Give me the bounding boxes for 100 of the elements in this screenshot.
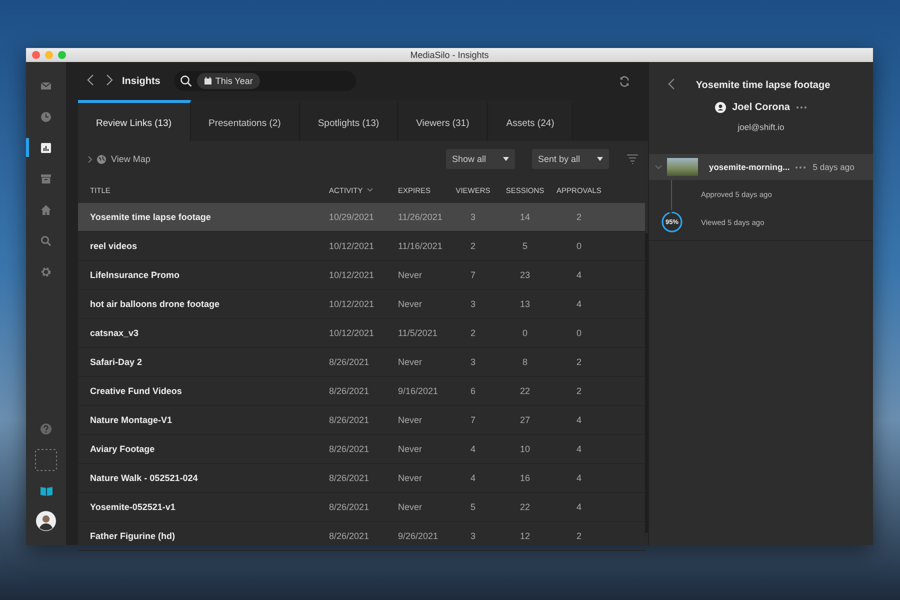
avatar[interactable]	[36, 511, 56, 531]
table-cell: 16	[520, 473, 530, 483]
table-row[interactable]: Father Figurine (hd) 8/26/2021 9/26/2021 3 12 2	[78, 522, 645, 551]
asset-time: 5 days ago	[812, 162, 854, 172]
title-cell: Creative Fund Videos	[90, 386, 182, 396]
table-cell: 4	[576, 270, 582, 280]
calendar-icon	[204, 77, 212, 85]
refresh-icon[interactable]	[619, 76, 630, 86]
dashed-square-icon[interactable]	[35, 449, 57, 471]
chevron-left-icon	[668, 78, 676, 90]
table-cell: 3	[470, 531, 476, 541]
table-cell: 22	[520, 386, 530, 396]
table-row[interactable]: Nature Montage-V1 8/26/2021 Never 7 27 4	[78, 406, 645, 435]
table-cell: 4	[470, 444, 476, 454]
table-cell: 4	[576, 299, 582, 309]
table-cell: 10/12/2021	[329, 328, 374, 338]
table-cell: Never	[398, 299, 422, 309]
table-row[interactable]: Yosemite time lapse footage 10/29/2021 11/26/2021 3 14 2	[78, 203, 645, 232]
table-cell: 22	[520, 502, 530, 512]
search-icon	[40, 234, 52, 246]
back-button[interactable]	[86, 74, 96, 88]
table-cell: 2	[470, 241, 476, 251]
table-row[interactable]: Aviary Footage 8/26/2021 Never 4 10 4	[78, 435, 645, 464]
title-cell: Nature Montage-V1	[90, 415, 172, 425]
close-button[interactable]	[32, 51, 40, 59]
table-cell: 0	[576, 241, 582, 251]
table-row[interactable]: Creative Fund Videos 8/26/2021 9/16/2021 6 22 2	[78, 377, 645, 406]
page-title: Insights	[122, 76, 160, 86]
title-cell: Yosemite-052521-v1	[90, 502, 176, 512]
table-cell: 13	[520, 299, 530, 309]
table-cell: 8/26/2021	[329, 473, 370, 483]
mail-icon	[40, 80, 52, 92]
table-cell: 3	[470, 299, 476, 309]
table-cell: Never	[398, 473, 422, 483]
table-cell: Never	[398, 270, 422, 280]
table-row[interactable]: LifeInsurance Promo 10/12/2021 Never 7 23 4	[78, 261, 645, 290]
table-cell: 0	[576, 328, 582, 338]
table-row[interactable]: Safari-Day 2 8/26/2021 Never 3 8 2	[78, 348, 645, 377]
table-cell: 11/16/2021	[398, 241, 442, 251]
more-icon[interactable]	[794, 166, 806, 168]
title-cell: Nature Walk - 052521-024	[90, 473, 198, 483]
bar-chart-icon	[40, 142, 52, 154]
table-cell: 6	[470, 386, 476, 396]
user-name: Joel Corona	[732, 102, 790, 113]
sort-caret-icon[interactable]	[366, 188, 373, 192]
filter-icon[interactable]	[627, 154, 638, 164]
table-cell: 5	[470, 502, 476, 512]
chevron-down-icon[interactable]	[655, 164, 662, 170]
table-cell: 8/26/2021	[329, 357, 370, 367]
help-icon[interactable]	[40, 423, 52, 435]
table-cell: 10/12/2021	[329, 299, 374, 309]
table-cell: 12	[520, 531, 530, 541]
table-cell: 23	[520, 270, 530, 280]
date-filter-chip[interactable]: This Year	[197, 73, 260, 89]
title-cell: Father Figurine (hd)	[90, 531, 175, 541]
table-row[interactable]: Yosemite-052521-v1 8/26/2021 Never 5 22 4	[78, 493, 645, 522]
archive-icon	[40, 172, 52, 184]
back-button[interactable]	[667, 78, 677, 92]
forward-button[interactable]	[104, 74, 114, 88]
table-row[interactable]: Nature Walk - 052521-024 8/26/2021 Never 4 16 4	[78, 464, 645, 493]
table-cell: 11/26/2021	[398, 212, 442, 222]
caret-down-icon	[503, 157, 509, 161]
title-cell: reel videos	[90, 241, 138, 251]
table-cell: 10/12/2021	[329, 241, 374, 251]
view-map-link[interactable]: View Map	[88, 154, 150, 164]
table-cell: 2	[576, 386, 582, 396]
table-cell: 5	[522, 241, 528, 251]
title-cell: LifeInsurance Promo	[90, 270, 180, 280]
table-cell: 2	[576, 531, 582, 541]
asset-name: yosemite-morning...	[709, 162, 790, 172]
clock-icon	[40, 110, 52, 122]
user-icon	[715, 102, 726, 113]
table-row[interactable]: reel videos 10/12/2021 11/16/2021 2 5 0	[78, 232, 645, 261]
user-email: joel@shift.io	[738, 122, 784, 132]
table-cell: 4	[576, 444, 582, 454]
table-cell: 4	[576, 502, 582, 512]
table-cell: 8/26/2021	[329, 502, 370, 512]
table-cell: 0	[522, 328, 528, 338]
table-cell: 10/29/2021	[329, 212, 374, 222]
home-icon	[40, 204, 52, 216]
table-row[interactable]: catsnax_v3 10/12/2021 11/5/2021 2 0 0	[78, 319, 645, 348]
title-cell: Yosemite time lapse footage	[90, 212, 211, 222]
more-icon[interactable]	[796, 106, 807, 109]
table-cell: 2	[576, 357, 582, 367]
table-cell: 3	[470, 357, 476, 367]
table-cell: 8/26/2021	[329, 444, 370, 454]
book-icon[interactable]	[38, 485, 54, 497]
table-cell: 4	[576, 415, 582, 425]
table-cell: 10/12/2021	[329, 270, 374, 280]
asset-row[interactable]: yosemite-morning... 5 days ago	[649, 154, 873, 180]
table-row[interactable]: hot air balloons drone footage 10/12/2021 Never 3 13 4	[78, 290, 645, 319]
dropdown[interactable]: Sent by all	[532, 149, 609, 169]
table-cell: 7	[470, 270, 476, 280]
search-field[interactable]: This Year	[174, 71, 356, 91]
table-cell: Never	[398, 502, 422, 512]
table-cell: 2	[576, 212, 582, 222]
dropdown[interactable]: Show all	[446, 149, 515, 169]
zoom-button[interactable]	[58, 51, 66, 59]
tab[interactable]: Review Links (13)	[78, 100, 190, 141]
table-cell: Never	[398, 357, 422, 367]
